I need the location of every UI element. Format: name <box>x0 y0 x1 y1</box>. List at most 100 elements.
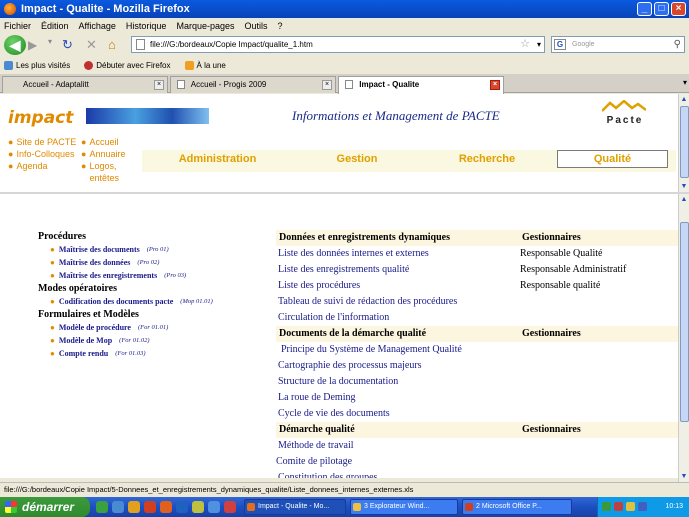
bookmark-most-visited[interactable]: Les plus visités <box>4 60 70 70</box>
proc-item[interactable]: ● Codification des documents pacte (Mop 01… <box>38 295 268 308</box>
quicklaunch-icon[interactable] <box>208 501 220 513</box>
tab-close-icon[interactable]: × <box>154 80 164 90</box>
history-dropdown-icon[interactable]: ▾ <box>48 37 52 46</box>
link-info-colloques[interactable]: ● Info-Colloques <box>8 148 76 160</box>
quicklaunch-icon[interactable] <box>160 501 172 513</box>
quicklaunch-icon[interactable] <box>128 501 140 513</box>
close-button[interactable]: × <box>671 2 686 16</box>
menu-fichier[interactable]: Fichier <box>4 21 31 31</box>
start-button[interactable]: démarrer <box>0 497 90 517</box>
table-row[interactable]: Cycle de vie des documents <box>276 406 678 422</box>
forward-button[interactable]: ▶ <box>28 38 44 52</box>
search-icon[interactable]: ⚲ <box>674 37 681 52</box>
table-row[interactable]: Cartographie des processus majeurs <box>276 358 678 374</box>
table-row[interactable]: Principe du Système de Management Qualit… <box>276 342 678 358</box>
proc-item[interactable]: ● Modèle de procédure (For 01.01) <box>38 321 268 334</box>
address-bar-url: file:///G:/bordeaux/Copie Impact/qualite… <box>150 40 313 49</box>
bookmark-getting-started[interactable]: Débuter avec Firefox <box>84 60 171 70</box>
section-heading: Formulaires et Modèles <box>38 309 139 320</box>
menu-outils[interactable]: Outils <box>245 21 268 31</box>
table-row[interactable]: Liste des procédures Responsable qualité <box>276 278 678 294</box>
quicklaunch-icon[interactable] <box>112 501 124 513</box>
quicklaunch-icon[interactable] <box>144 501 156 513</box>
table-section-header: Données et enregistrements dynamiques Ges… <box>276 230 678 246</box>
bookmark-headlines[interactable]: À la une <box>184 60 226 70</box>
maximize-button[interactable]: □ <box>654 2 669 16</box>
url-dropdown-icon[interactable]: ▾ <box>537 37 541 52</box>
content-scrollbar[interactable]: ▲ ▼ <box>678 194 689 482</box>
proc-item[interactable]: ● Modèle de Mop (For 01.02) <box>38 334 268 347</box>
table-row[interactable]: Tableau de suivi de rédaction des procéd… <box>276 294 678 310</box>
search-box[interactable]: G Google ⚲ <box>551 36 685 53</box>
proc-item[interactable]: ● Compte rendu (For 01.03) <box>38 347 268 360</box>
taskbar: démarrer Impact - Qualite - Mo... 3 Expl… <box>0 497 689 517</box>
tab-list-icon[interactable]: ▾ <box>683 78 687 87</box>
menu-edition[interactable]: Édition <box>41 21 69 31</box>
bookmark-star-icon[interactable]: ☆ <box>520 37 530 52</box>
link-annuaire[interactable]: ● Annuaire <box>81 148 125 160</box>
tray-icon[interactable] <box>638 502 647 511</box>
quicklaunch-icon[interactable] <box>192 501 204 513</box>
tab-adaptalitt[interactable]: Accueil - Adaptalitt × <box>2 76 168 93</box>
link-site-pacte[interactable]: ● Site de PACTE <box>8 136 76 148</box>
link-accueil[interactable]: ● Accueil <box>81 136 125 148</box>
address-bar[interactable]: file:///G:/bordeaux/Copie Impact/qualite… <box>131 36 545 53</box>
tab-label: Accueil - Adaptalitt <box>23 80 89 89</box>
table-row[interactable]: Structure de la documentation <box>276 374 678 390</box>
nav-recherche[interactable]: Recherche <box>432 150 542 172</box>
tab-impact-qualite[interactable]: Impact - Qualite × <box>338 76 504 94</box>
scroll-down-icon[interactable]: ▼ <box>679 471 689 482</box>
back-button[interactable]: ◀ <box>4 35 26 55</box>
menu-historique[interactable]: Historique <box>126 21 167 31</box>
tab-close-icon[interactable]: × <box>490 80 500 90</box>
tray-icon[interactable] <box>614 502 623 511</box>
task-firefox[interactable]: Impact - Qualite - Mo... <box>244 499 346 515</box>
table-row[interactable]: Liste des enregistrements qualité Respons… <box>276 262 678 278</box>
window-titlebar: Impact - Qualite - Mozilla Firefox _ □ × <box>0 0 689 18</box>
scroll-up-icon[interactable]: ▲ <box>679 194 689 205</box>
home-icon[interactable]: ⌂ <box>108 37 116 52</box>
impact-logo[interactable]: impact <box>8 108 73 128</box>
link-logos[interactable]: ● Logos, <box>81 160 125 172</box>
scroll-down-icon[interactable]: ▼ <box>679 181 689 192</box>
proc-item[interactable]: ● Maîtrise des données (Pro 02) <box>38 256 268 269</box>
menu-affichage[interactable]: Affichage <box>79 21 116 31</box>
table-row[interactable]: Liste des données internes et externes Re… <box>276 246 678 262</box>
table-row[interactable]: La roue de Deming <box>276 390 678 406</box>
scroll-up-icon[interactable]: ▲ <box>679 94 689 105</box>
task-explorer[interactable]: 3 Explorateur Wind... <box>350 499 458 515</box>
nav-administration[interactable]: Administration <box>160 150 275 172</box>
proc-item[interactable]: ● Maîtrise des documents (Pro 01) <box>38 243 268 256</box>
pacte-logo[interactable]: Pacte <box>598 99 652 134</box>
status-text: file:///G:/bordeaux/Copie Impact/5-Donne… <box>4 485 414 494</box>
scroll-thumb[interactable] <box>680 222 689 422</box>
stop-icon[interactable]: ✕ <box>86 37 97 53</box>
quicklaunch-icon[interactable] <box>224 501 236 513</box>
link-entetes[interactable]: ●entêtes <box>81 172 125 184</box>
menu-marque-pages[interactable]: Marque-pages <box>176 21 234 31</box>
rss-icon <box>184 60 194 70</box>
header-scrollbar[interactable]: ▲ ▼ <box>678 94 689 192</box>
pacte-logo-text: Pacte <box>606 115 644 126</box>
table-row[interactable]: Constitution des groupes <box>276 470 678 478</box>
reload-icon[interactable]: ↻ <box>62 37 73 53</box>
tab-progis[interactable]: Accueil - Progis 2009 × <box>170 76 336 93</box>
link-agenda[interactable]: ● Agenda <box>8 160 76 172</box>
google-icon[interactable]: G <box>554 39 566 50</box>
tray-icon[interactable] <box>626 502 635 511</box>
minimize-button[interactable]: _ <box>637 2 652 16</box>
tab-close-icon[interactable]: × <box>322 80 332 90</box>
clock[interactable]: 10:13 <box>665 497 683 517</box>
quicklaunch-icon[interactable] <box>176 501 188 513</box>
quicklaunch-icon[interactable] <box>96 501 108 513</box>
table-row[interactable]: Méthode de travail <box>276 438 678 454</box>
menu-help[interactable]: ? <box>278 21 283 31</box>
nav-qualite[interactable]: Qualité <box>557 150 668 168</box>
proc-item[interactable]: ● Maîtrise des enregistrements (Pro 03) <box>38 269 268 282</box>
task-office[interactable]: 2 Microsoft Office P... <box>462 499 572 515</box>
tray-icon[interactable] <box>602 502 611 511</box>
nav-gestion[interactable]: Gestion <box>302 150 412 172</box>
table-row[interactable]: Comite de pilotage <box>276 454 678 470</box>
table-row[interactable]: Circulation de l'information <box>276 310 678 326</box>
scroll-thumb[interactable] <box>680 106 689 178</box>
